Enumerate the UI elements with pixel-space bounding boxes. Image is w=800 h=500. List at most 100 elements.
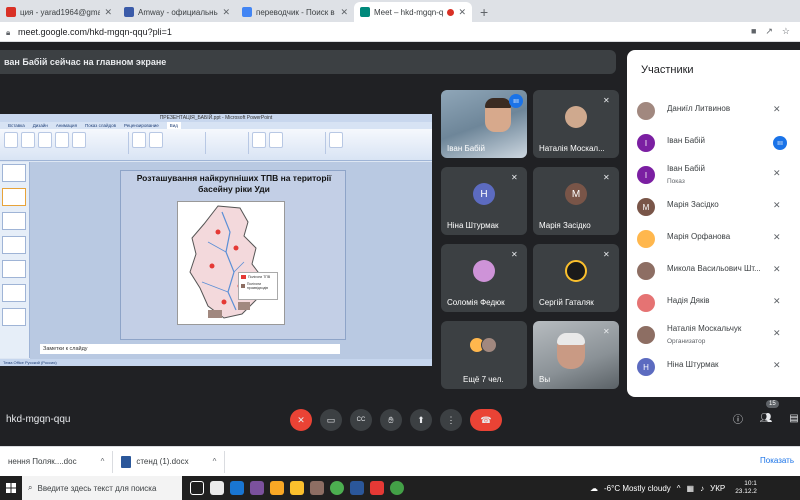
mic-off-icon: ✕: [603, 250, 610, 259]
participant-row[interactable]: Марія Орфанова ✕: [627, 224, 800, 256]
chevron-up-icon[interactable]: ^: [213, 457, 217, 466]
word-icon[interactable]: [350, 481, 364, 495]
task-view-icon[interactable]: [190, 481, 204, 495]
avatar: [637, 326, 655, 344]
mic-off-icon[interactable]: ✕: [773, 200, 785, 212]
avatar: І: [637, 134, 655, 152]
share-icon[interactable]: ↗: [765, 26, 773, 37]
weather-text[interactable]: -6°C Mostly cloudy: [604, 484, 671, 493]
ppt-tab: Анимация: [55, 123, 77, 128]
clock[interactable]: 10:1 23.12.2: [735, 480, 757, 496]
browser-tab-google[interactable]: переводчик - Поиск в Google ✕: [236, 2, 354, 22]
download-item[interactable]: нення Поляк....doc ^: [0, 450, 114, 473]
ribbon-button: [149, 132, 163, 148]
new-tab-button[interactable]: +: [472, 2, 496, 22]
mic-off-icon: ✕: [511, 173, 518, 182]
close-icon[interactable]: ✕: [222, 7, 230, 18]
mic-off-icon[interactable]: ✕: [773, 360, 785, 372]
taskbar-search-input[interactable]: ⌕ Введите здесь текст для поиска: [22, 476, 182, 500]
chevron-up-icon[interactable]: ^: [677, 484, 681, 493]
people-button[interactable]: 👥︎ 15: [758, 400, 779, 426]
participant-row[interactable]: Даниїл Литвинов ✕: [627, 96, 800, 128]
browser-tab-meet[interactable]: Meet – hkd-mgqn-qqu ✕: [354, 2, 472, 22]
chat-button[interactable]: ▤: [786, 410, 800, 426]
participant-row[interactable]: М Марія Засідко ✕: [627, 192, 800, 224]
app-icon[interactable]: [310, 481, 324, 495]
video-tile[interactable]: ✕ Соломія Федюк: [441, 244, 527, 312]
mic-off-icon[interactable]: ✕: [773, 232, 785, 244]
video-tile[interactable]: ✕ Сергій Гаталяк: [533, 244, 619, 312]
avatar: М: [565, 183, 587, 205]
more-participants-tile[interactable]: Ещё 7 чел.: [441, 321, 527, 389]
close-icon[interactable]: ✕: [104, 7, 112, 18]
network-icon[interactable]: ▦: [687, 484, 695, 493]
mic-off-icon[interactable]: ✕: [773, 104, 785, 116]
mic-off-icon[interactable]: ✕: [773, 168, 785, 180]
legend-swatch: [241, 275, 246, 279]
raise-hand-button[interactable]: ✋︎: [380, 409, 402, 431]
camera-toggle-button[interactable]: ▭: [320, 409, 342, 431]
app-icon[interactable]: [370, 481, 384, 495]
participant-row[interactable]: І Іван Бабій ııı: [627, 128, 800, 160]
captions-icon: CC: [356, 417, 366, 423]
video-tile[interactable]: ✕ Н Ніна Штурмак: [441, 167, 527, 235]
close-icon[interactable]: ✕: [340, 7, 348, 18]
mic-off-icon[interactable]: ✕: [773, 296, 785, 308]
mic-toggle-button[interactable]: ✕: [290, 409, 312, 431]
volume-icon[interactable]: ♪: [700, 484, 704, 493]
captions-button[interactable]: CC: [350, 409, 372, 431]
participant-row[interactable]: Н Ніна Штурмак ✕: [627, 352, 800, 384]
browser-tab-gmail[interactable]: ция - yarad1964@gmail.cor ✕: [0, 2, 118, 22]
participant-name: Наталія Москальчук: [667, 324, 742, 333]
mic-off-icon[interactable]: ✕: [773, 328, 785, 340]
mic-off-icon[interactable]: ✕: [773, 264, 785, 276]
info-button[interactable]: ⓘ: [730, 410, 746, 426]
participants-title: Участники: [641, 64, 694, 76]
viber-icon[interactable]: [250, 481, 264, 495]
chat-icon: ▤: [789, 412, 799, 424]
legend-item: Полігони ТПВ: [241, 275, 275, 279]
self-video-tile[interactable]: ✕ Вы: [533, 321, 619, 389]
speaking-indicator-icon[interactable]: ııı: [773, 136, 787, 150]
slide-thumbnail: [2, 212, 26, 230]
files-icon[interactable]: [270, 481, 284, 495]
participant-row[interactable]: Надія Дяків ✕: [627, 288, 800, 320]
participant-row[interactable]: Микола Васильович Шт... ✕: [627, 256, 800, 288]
lock-icon[interactable]: 🔒︎: [6, 28, 14, 37]
close-icon[interactable]: ✕: [458, 7, 466, 18]
recording-dot-icon: [447, 8, 455, 16]
folder-icon[interactable]: [290, 481, 304, 495]
video-tile[interactable]: ııı Іван Бабій: [441, 90, 527, 158]
slide-thumbnails: [0, 162, 30, 358]
download-item[interactable]: стенд (1).docx ^: [113, 450, 226, 473]
show-all-downloads-link[interactable]: Показать: [760, 456, 794, 465]
more-options-button[interactable]: ⋮: [440, 409, 462, 431]
star-icon[interactable]: ☆: [782, 26, 790, 37]
start-button[interactable]: [0, 476, 22, 500]
app-icon[interactable]: [210, 481, 224, 495]
camera-icon: ▭: [326, 414, 336, 425]
meeting-code: hkd-mgqn-qqu: [6, 414, 71, 425]
speaking-indicator-icon: ııı: [509, 94, 523, 108]
keyboard-language[interactable]: УКР: [710, 484, 725, 493]
browser-tab-amway[interactable]: Amway - официальный сайт и ма ✕: [118, 2, 236, 22]
store-icon[interactable]: [230, 481, 244, 495]
participant-row[interactable]: І Іван Бабій Показ ✕: [627, 160, 800, 192]
chevron-up-icon[interactable]: ^: [101, 457, 105, 466]
avatar: [473, 260, 495, 282]
chrome-icon[interactable]: [330, 481, 344, 495]
legend-label: Полігони ТПВ: [248, 275, 271, 279]
video-tile[interactable]: ✕ М Марія Засідко: [533, 167, 619, 235]
app-icon[interactable]: [390, 481, 404, 495]
ppt-tab: Вставка: [8, 123, 25, 128]
participant-name: Іван Бабій: [667, 136, 705, 145]
participant-row[interactable]: Наталія Москальчук Организатор ✕: [627, 320, 800, 352]
camera-icon[interactable]: ■: [751, 26, 756, 37]
mic-off-icon: ✕: [603, 96, 610, 105]
avatar: І: [637, 166, 655, 184]
video-tile[interactable]: ✕ Наталія Москал...: [533, 90, 619, 158]
present-button[interactable]: ⬆: [410, 409, 432, 431]
url-field[interactable]: meet.google.com/hkd-mgqn-qqu?pli=1: [18, 27, 751, 37]
leave-call-button[interactable]: ☎︎: [470, 409, 502, 431]
tile-name: Ніна Штурмак: [447, 221, 499, 230]
